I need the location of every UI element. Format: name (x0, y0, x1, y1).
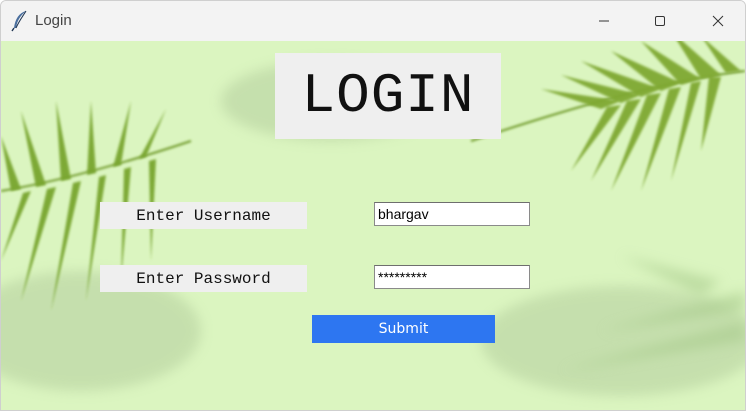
username-input[interactable] (374, 202, 530, 226)
title-bar[interactable]: Login (1, 1, 745, 41)
minimize-icon (598, 15, 610, 27)
maximize-icon (654, 15, 666, 27)
window-title: Login (35, 12, 72, 29)
feather-icon (11, 10, 29, 32)
close-button[interactable] (695, 1, 741, 41)
password-input[interactable] (374, 265, 530, 289)
close-icon (712, 15, 724, 27)
form-area: LOGIN Enter Username Enter Password Subm… (1, 41, 745, 410)
username-label: Enter Username (100, 202, 307, 229)
minimize-button[interactable] (581, 1, 627, 41)
login-window: Login LOGIN Enter Username bhargav Enter… (0, 0, 746, 411)
page-title: LOGIN (275, 53, 501, 139)
password-label: Enter Password (100, 265, 307, 292)
submit-button[interactable]: Submit (312, 315, 495, 343)
maximize-button[interactable] (637, 1, 683, 41)
